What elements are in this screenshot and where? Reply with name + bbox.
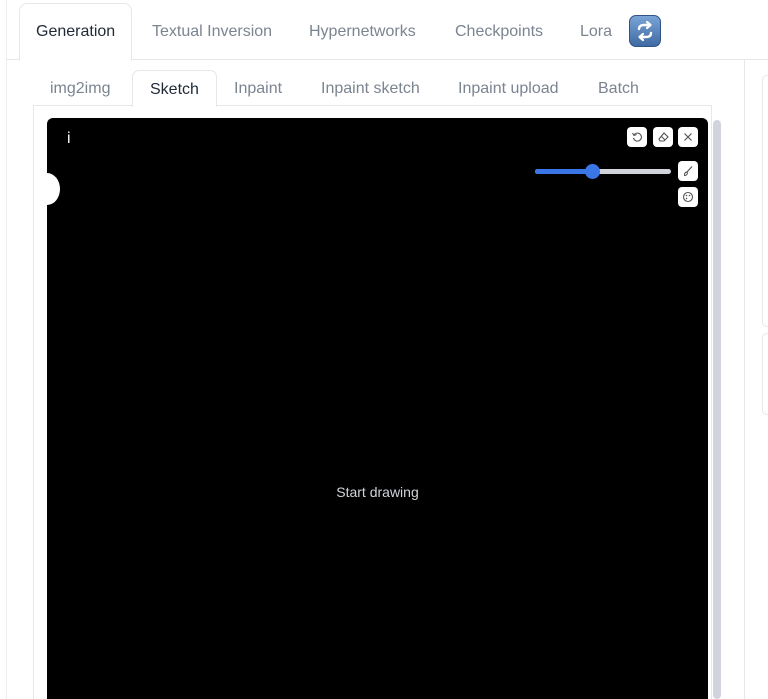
canvas-resize-handle[interactable] — [47, 173, 60, 205]
right-panel-card — [762, 75, 768, 327]
close-icon — [684, 133, 692, 141]
brush-size-thumb[interactable] — [585, 164, 601, 179]
tab-generation[interactable]: Generation — [19, 3, 133, 61]
tab-textual-inversion[interactable]: Textual Inversion — [136, 3, 288, 60]
right-column-border — [744, 60, 745, 699]
brush-button[interactable] — [678, 161, 698, 181]
canvas-placeholder: Start drawing — [336, 484, 419, 500]
brush-icon — [683, 166, 693, 177]
color-palette-icon — [682, 191, 694, 203]
panel-border-right — [711, 105, 712, 699]
eraser-button[interactable] — [653, 127, 673, 147]
sketch-canvas[interactable]: i Start drawing — [47, 118, 708, 699]
tab-checkpoints[interactable]: Checkpoints — [439, 3, 559, 60]
outer-border — [6, 0, 7, 699]
color-button[interactable] — [678, 187, 698, 207]
brush-size-slider[interactable] — [535, 164, 671, 179]
tab-batch[interactable]: Batch — [581, 70, 656, 105]
eraser-icon — [658, 132, 669, 142]
refresh-icon — [637, 20, 653, 42]
tab-inpaint-sketch[interactable]: Inpaint sketch — [304, 70, 437, 105]
refresh-button[interactable] — [629, 15, 661, 47]
right-panel-card — [762, 333, 768, 415]
tab-lora[interactable]: Lora — [564, 3, 628, 60]
tab-inpaint-upload[interactable]: Inpaint upload — [441, 70, 576, 105]
tab-img2img[interactable]: img2img — [33, 70, 127, 105]
brush-size-fill — [535, 169, 593, 174]
canvas-scrollbar[interactable] — [713, 120, 721, 699]
tab-hypernetworks[interactable]: Hypernetworks — [293, 3, 432, 60]
clear-button[interactable] — [678, 127, 698, 147]
info-indicator: i — [67, 130, 71, 147]
tab-inpaint[interactable]: Inpaint — [217, 70, 299, 105]
tab-sketch[interactable]: Sketch — [132, 70, 217, 107]
panel-border-left — [33, 105, 34, 699]
undo-button[interactable] — [627, 127, 647, 147]
undo-icon — [632, 132, 642, 142]
